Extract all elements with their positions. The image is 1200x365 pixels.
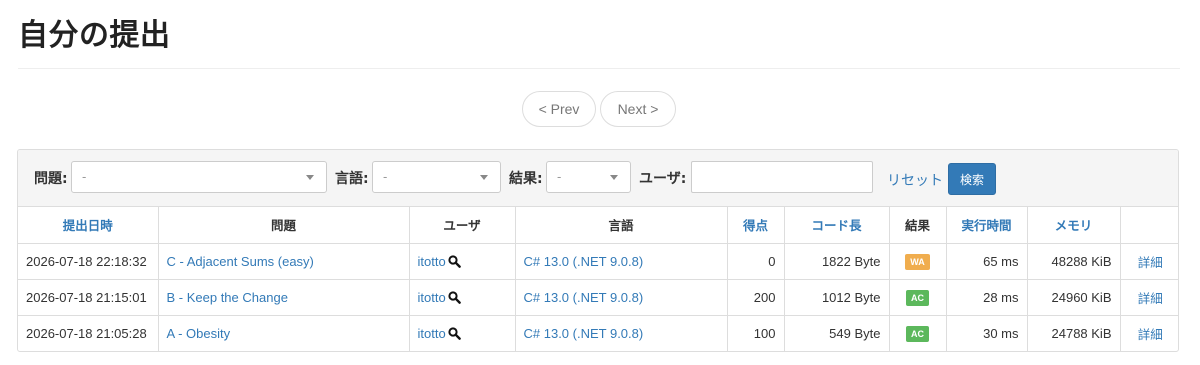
caret-down-icon — [480, 175, 488, 180]
score-cell: 0 — [727, 243, 785, 280]
status-badge: AC — [906, 325, 929, 342]
memory-cell: 24788 KiB — [1027, 315, 1121, 351]
detail-link[interactable]: 詳細 — [1138, 255, 1163, 270]
language-filter-label: 言語: — [335, 171, 369, 187]
header-exec-time[interactable]: 実行時間 — [946, 207, 1028, 244]
detail-link[interactable]: 詳細 — [1138, 327, 1163, 342]
caret-down-icon — [306, 175, 314, 180]
language-cell: C# 13.0 (.NET 9.0.8) — [515, 315, 728, 351]
problem-link[interactable]: A - Obesity — [167, 326, 231, 341]
magnifier-icon[interactable] — [448, 290, 461, 304]
header-result: 結果 — [889, 207, 947, 244]
result-cell: AC — [889, 279, 947, 316]
memory-cell: 24960 KiB — [1027, 279, 1121, 316]
status-filter-value: - — [557, 169, 562, 184]
header-problem: 問題 — [158, 207, 410, 244]
header-memory[interactable]: メモリ — [1027, 207, 1121, 244]
language-filter-select[interactable]: - — [372, 161, 501, 193]
user-link[interactable]: itotto — [418, 326, 446, 341]
reset-link[interactable]: リセット — [887, 170, 943, 190]
language-cell: C# 13.0 (.NET 9.0.8) — [515, 279, 728, 316]
problem-cell: C - Adjacent Sums (easy) — [158, 243, 410, 280]
score-cell: 100 — [727, 315, 785, 351]
status-filter-select[interactable]: - — [546, 161, 631, 193]
language-filter-value: - — [383, 169, 388, 184]
search-button[interactable]: 検索 — [948, 163, 996, 195]
language-link[interactable]: C# 13.0 (.NET 9.0.8) — [524, 290, 644, 305]
header-language: 言語 — [515, 207, 728, 244]
submit-time: 2026-07-18 22:18:32 — [18, 243, 159, 280]
status-badge: AC — [906, 289, 929, 306]
user-filter-input[interactable] — [691, 161, 873, 193]
magnifier-icon[interactable] — [448, 254, 461, 268]
problem-cell: B - Keep the Change — [158, 279, 410, 316]
detail-link[interactable]: 詳細 — [1138, 291, 1163, 306]
code-length-cell: 549 Byte — [784, 315, 890, 351]
user-cell: itotto — [409, 315, 516, 351]
score-cell: 200 — [727, 279, 785, 316]
submit-time: 2026-07-18 21:15:01 — [18, 279, 159, 316]
user-cell: itotto — [409, 279, 516, 316]
user-cell: itotto — [409, 243, 516, 280]
result-cell: WA — [889, 243, 947, 280]
prev-button[interactable]: < Prev — [522, 91, 596, 127]
page-title: 自分の提出 — [18, 18, 171, 53]
submit-time: 2026-07-18 21:05:28 — [18, 315, 159, 351]
result-cell: AC — [889, 315, 947, 351]
exec-time-cell: 28 ms — [946, 279, 1028, 316]
problem-filter-value: - — [82, 169, 87, 184]
problem-filter-label: 問題: — [34, 171, 68, 187]
table-body: 2026-07-18 22:18:32 C - Adjacent Sums (ea… — [18, 243, 1178, 351]
detail-cell: 詳細 — [1120, 243, 1178, 280]
magnifier-icon[interactable] — [448, 327, 461, 340]
language-link[interactable]: C# 13.0 (.NET 9.0.8) — [524, 254, 644, 269]
problem-filter-select[interactable]: - — [71, 161, 327, 193]
code-length-cell: 1822 Byte — [784, 243, 890, 280]
detail-cell: 詳細 — [1120, 279, 1178, 316]
header-score[interactable]: 得点 — [727, 207, 785, 244]
user-link[interactable]: itotto — [418, 290, 446, 305]
table-row: 2026-07-18 21:15:01 B - Keep the Change it… — [18, 279, 1178, 316]
table-row: 2026-07-18 22:18:32 C - Adjacent Sums (ea… — [18, 243, 1178, 280]
header-user: ユーザ — [409, 207, 516, 244]
problem-link[interactable]: C - Adjacent Sums (easy) — [167, 254, 314, 269]
code-length-cell: 1012 Byte — [784, 279, 890, 316]
table-row: 2026-07-18 21:05:28 A - Obesity itotto C# 1… — [18, 315, 1178, 351]
filter-bar: 問題: - 言語: - 結果: - ユーザ: リセット 検索 — [18, 150, 1178, 207]
status-filter-label: 結果: — [509, 171, 543, 187]
submissions-panel: 問題: - 言語: - 結果: - ユーザ: リセット 検索 提出日時 問題 ユ… — [17, 149, 1179, 352]
status-badge: WA — [905, 253, 930, 270]
detail-cell: 詳細 — [1120, 315, 1178, 351]
language-cell: C# 13.0 (.NET 9.0.8) — [515, 243, 728, 280]
table-header-row: 提出日時 問題 ユーザ 言語 得点 コード長 結果 実行時間 メモリ — [18, 207, 1178, 244]
user-filter-label: ユーザ: — [639, 171, 687, 187]
problem-cell: A - Obesity — [158, 315, 410, 351]
user-link[interactable]: itotto — [418, 254, 446, 269]
pager: < Prev Next > — [522, 91, 676, 127]
title-divider — [18, 68, 1180, 69]
exec-time-cell: 65 ms — [946, 243, 1028, 280]
header-code-length[interactable]: コード長 — [784, 207, 890, 244]
submissions-table: 提出日時 問題 ユーザ 言語 得点 コード長 結果 実行時間 メモリ 2026-… — [18, 207, 1178, 351]
memory-cell: 48288 KiB — [1027, 243, 1121, 280]
header-submit-time[interactable]: 提出日時 — [18, 207, 159, 244]
header-detail — [1120, 207, 1178, 244]
next-button[interactable]: Next > — [600, 91, 676, 127]
caret-down-icon — [610, 175, 618, 180]
language-link[interactable]: C# 13.0 (.NET 9.0.8) — [524, 326, 644, 341]
exec-time-cell: 30 ms — [946, 315, 1028, 351]
problem-link[interactable]: B - Keep the Change — [167, 290, 288, 305]
